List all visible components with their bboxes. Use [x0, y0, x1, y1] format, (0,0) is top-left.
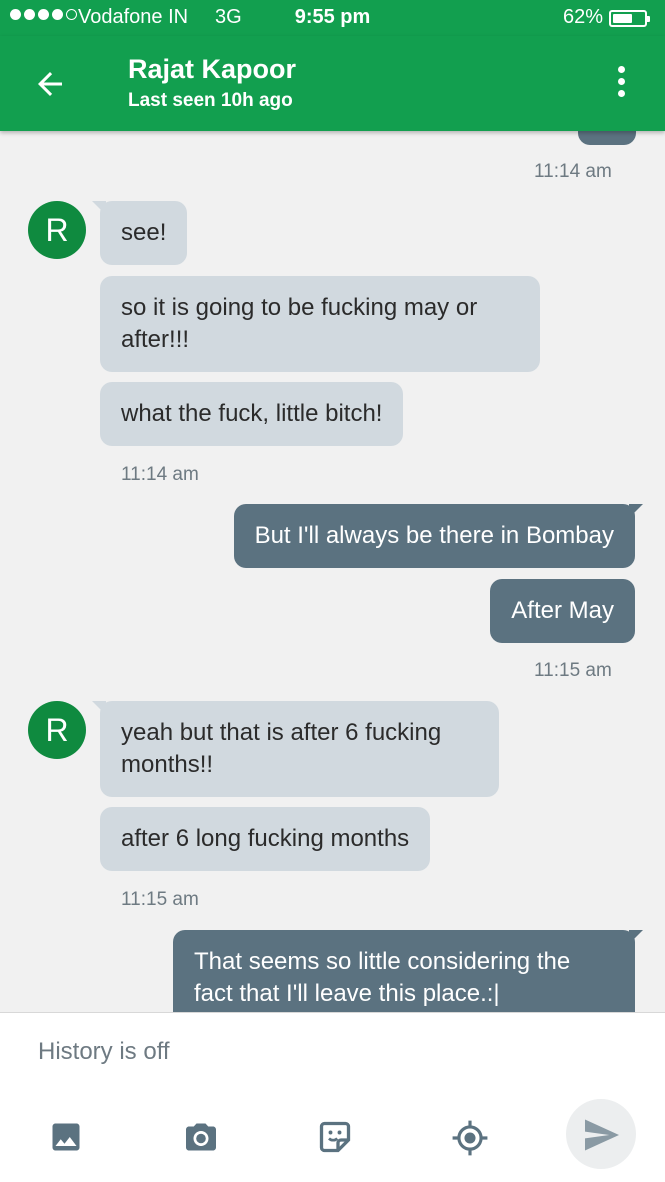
message-bubble-incoming[interactable]: what the fuck, little bitch! [100, 382, 404, 446]
camera-icon[interactable] [183, 1119, 219, 1155]
battery-percent: 62% [562, 6, 603, 28]
location-icon[interactable] [451, 1119, 488, 1156]
arrow-back-icon[interactable] [32, 66, 68, 102]
sticker-icon[interactable] [317, 1119, 353, 1155]
message-bubble-outgoing[interactable]: But I'll always be there in Bombay [233, 504, 635, 568]
message-bubble-incoming[interactable]: see! [100, 201, 188, 265]
chat-header: Rajat Kapoor Last seen 10h ago [0, 36, 665, 131]
message-input[interactable]: History is off [38, 1038, 170, 1066]
send-icon [585, 1119, 619, 1151]
last-seen-status: Last seen 10h ago [128, 90, 293, 111]
battery-icon [609, 10, 650, 27]
status-bar: Vodafone IN 3G 9:55 pm 62% [0, 0, 665, 36]
message-timestamp: 11:14 am [534, 161, 612, 182]
message-composer: History is off [0, 1012, 665, 1182]
message-bubble-incoming[interactable]: after 6 long fucking months [100, 807, 431, 871]
message-bubble-incoming[interactable]: so it is going to be fucking may or afte… [100, 276, 540, 372]
send-button[interactable] [566, 1099, 636, 1169]
message-bubble-outgoing[interactable]: That seems so little considering the fac… [173, 930, 635, 1012]
message-bubble-outgoing[interactable] [578, 131, 636, 145]
message-timestamp: 11:15 am [121, 889, 199, 910]
more-vert-icon[interactable] [615, 66, 627, 102]
image-icon[interactable] [48, 1119, 84, 1155]
message-bubble-outgoing[interactable]: After May [490, 579, 635, 643]
message-timestamp: 11:15 am [534, 660, 612, 681]
avatar[interactable]: R [28, 701, 86, 759]
avatar[interactable]: R [28, 201, 86, 259]
message-list[interactable]: 11:14 am R see! so it is going to be fuc… [0, 131, 665, 1012]
message-bubble-incoming[interactable]: yeah but that is after 6 fucking months!… [100, 701, 499, 797]
contact-name[interactable]: Rajat Kapoor [128, 54, 296, 85]
message-timestamp: 11:14 am [121, 464, 199, 485]
